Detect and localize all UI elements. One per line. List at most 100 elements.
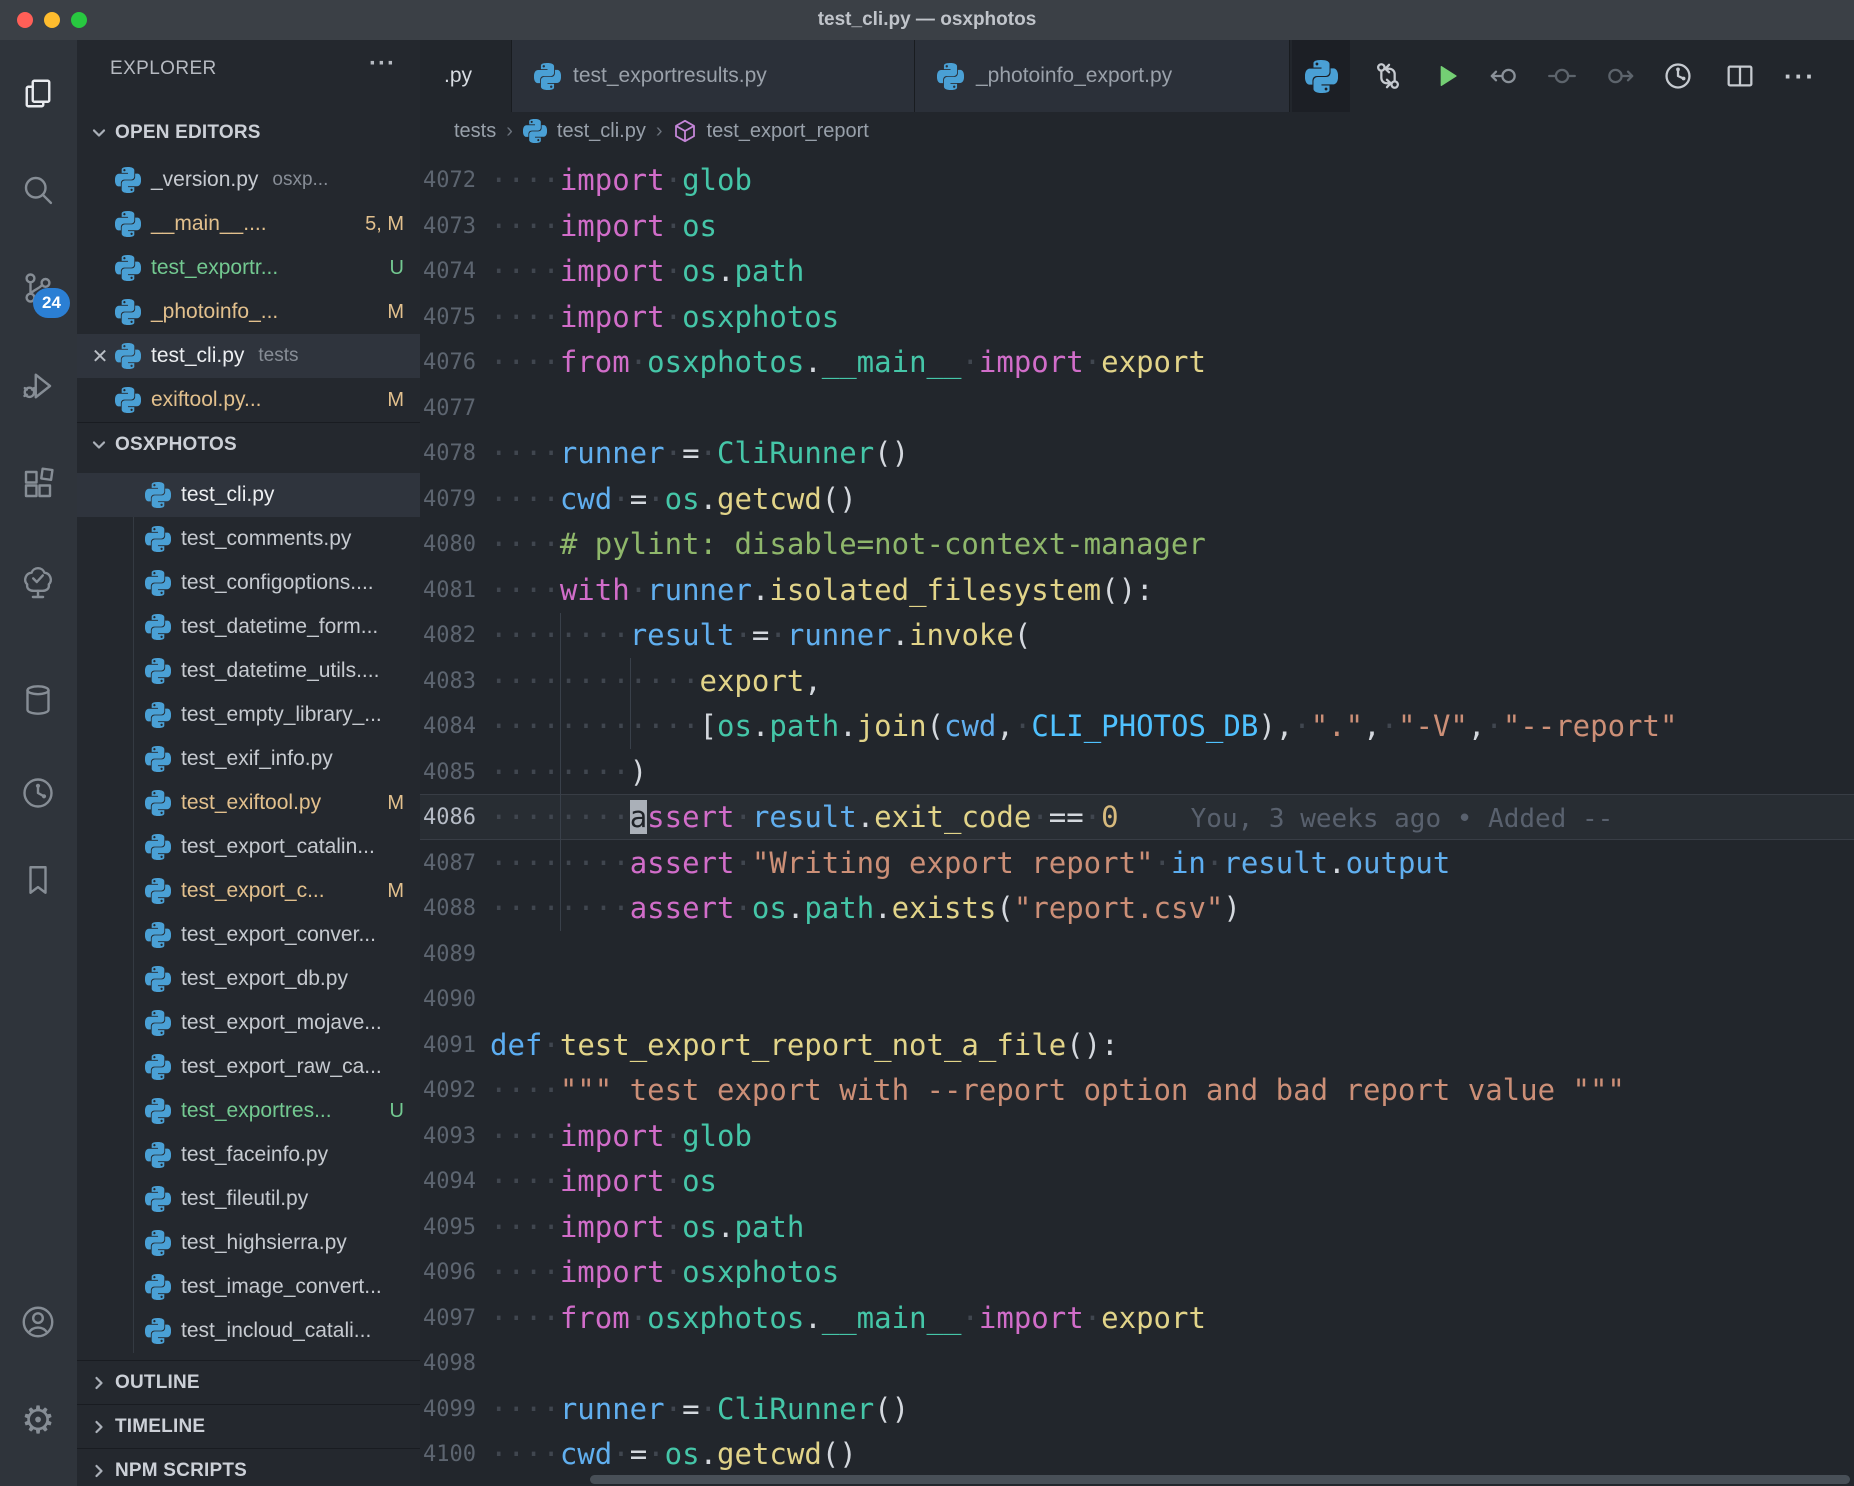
file-item[interactable]: test_exportres...U [77, 1089, 420, 1133]
code-line[interactable] [420, 386, 1854, 432]
code-line[interactable]: ····import·os.path [420, 249, 1854, 295]
symbol-cube-icon [673, 119, 697, 143]
file-item[interactable]: test_highsierra.py [77, 1221, 420, 1265]
code-line[interactable]: ····cwd·=·os.getcwd() [420, 1432, 1854, 1478]
file-item[interactable]: test_export_c...M [77, 869, 420, 913]
file-item[interactable]: test_exif_info.py [77, 737, 420, 781]
account-icon[interactable] [14, 1298, 62, 1346]
file-item[interactable]: test_empty_library_... [77, 693, 420, 737]
code-line[interactable]: ············export, [420, 659, 1854, 705]
step-forward-icon[interactable] [1598, 54, 1642, 98]
file-item[interactable]: test_export_conver... [77, 913, 420, 957]
horizontal-scrollbar[interactable] [590, 1475, 1850, 1484]
file-item[interactable]: test_exiftool.pyM [77, 781, 420, 825]
code-line[interactable] [420, 977, 1854, 1023]
file-item[interactable]: test_comments.py [77, 517, 420, 561]
code-line[interactable]: ····import·os [420, 204, 1854, 250]
gitlens-graph-icon[interactable] [1656, 54, 1700, 98]
code-line[interactable]: ····import·glob [420, 158, 1854, 204]
code-editor[interactable]: 4072407340744075407640774078407940804081… [420, 150, 1854, 1486]
code-line[interactable]: ····import·glob [420, 1114, 1854, 1160]
file-item[interactable]: test_export_catalin... [77, 825, 420, 869]
sidebar-section-npm-scripts[interactable]: NPM SCRIPTS [77, 1448, 420, 1486]
code-line[interactable]: ····import·os.path [420, 1205, 1854, 1251]
step-back-icon[interactable] [1482, 54, 1526, 98]
file-name: test_configoptions.... [181, 571, 374, 595]
code-line[interactable]: ········assert·result.exit_code·==·0You,… [420, 795, 1854, 841]
tab-test_cli[interactable]: .py [420, 40, 512, 112]
split-editor-icon[interactable] [1718, 54, 1762, 98]
file-item[interactable]: test_export_db.py [77, 957, 420, 1001]
code-line[interactable]: ····import·osxphotos [420, 295, 1854, 341]
code-line[interactable]: ········assert·os.path.exists("report.cs… [420, 886, 1854, 932]
sidebar-section-timeline[interactable]: TIMELINE [77, 1404, 420, 1449]
open-editors-section-header[interactable]: OPEN EDITORS [77, 111, 420, 155]
settings-gear-icon[interactable]: ⚙ [14, 1396, 62, 1444]
code-line[interactable]: ············[os.path.join(cwd,·CLI_PHOTO… [420, 704, 1854, 750]
code-line[interactable]: ····import·osxphotos [420, 1250, 1854, 1296]
database-icon[interactable] [14, 676, 62, 724]
file-item[interactable]: test_datetime_utils.... [77, 649, 420, 693]
sidebar-section-outline[interactable]: OUTLINE [77, 1360, 420, 1405]
code-line[interactable]: ········assert·"Writing export report"·i… [420, 841, 1854, 887]
open-editor-item[interactable]: __main__....5, M [77, 202, 420, 246]
breadcrumb-tests[interactable]: tests [454, 120, 496, 143]
minimize-window-button[interactable] [44, 12, 60, 28]
search-icon[interactable] [14, 166, 62, 214]
file-item[interactable]: test_fileutil.py [77, 1177, 420, 1221]
breadcrumb-file[interactable]: test_cli.py [557, 120, 646, 143]
tab-photoinfo_export[interactable]: _photoinfo_export.py [915, 40, 1290, 112]
file-item[interactable]: test_image_convert... [77, 1265, 420, 1309]
open-editor-item[interactable]: exiftool.py...M [77, 378, 420, 422]
bookmarks-icon[interactable] [14, 856, 62, 904]
run-and-debug-icon[interactable] [14, 362, 62, 410]
file-item[interactable]: test_configoptions.... [77, 561, 420, 605]
file-item[interactable]: test_faceinfo.py [77, 1133, 420, 1177]
tab-test_exportresults[interactable]: test_exportresults.py [512, 40, 915, 112]
open-editor-item[interactable]: ✕test_cli.pytests [77, 334, 420, 378]
project-section-header[interactable]: OSXPHOTOS [77, 422, 420, 467]
code-line[interactable] [420, 932, 1854, 978]
close-icon[interactable]: ✕ [85, 344, 115, 369]
open-editor-item[interactable]: _photoinfo_...M [77, 290, 420, 334]
file-item[interactable]: test_cli.py [77, 473, 420, 517]
open-changes-icon[interactable] [1366, 54, 1410, 98]
run-tests-icon[interactable] [1424, 54, 1468, 98]
explorer-more-actions-icon[interactable]: ··· [369, 50, 396, 78]
open-editor-item[interactable]: _version.pyosxp... [77, 158, 420, 202]
code-line[interactable]: ····# pylint: disable=not-context-manage… [420, 522, 1854, 568]
code-line[interactable]: ····with·runner.isolated_filesystem(): [420, 568, 1854, 614]
open-editor-item[interactable]: test_exportr...U [77, 246, 420, 290]
code-line[interactable]: ········) [420, 750, 1854, 796]
file-name: test_export_mojave... [181, 1011, 382, 1035]
file-name: test_datetime_form... [181, 615, 378, 639]
file-item[interactable]: test_export_mojave... [77, 1001, 420, 1045]
zoom-window-button[interactable] [71, 12, 87, 28]
code-line[interactable]: ····""" test export with --report option… [420, 1068, 1854, 1114]
gitlens-icon[interactable] [14, 769, 62, 817]
python-file-icon [145, 1318, 171, 1344]
extensions-icon[interactable] [14, 460, 62, 508]
code-line[interactable]: ····cwd·=·os.getcwd() [420, 477, 1854, 523]
code-line[interactable]: ····import·os [420, 1159, 1854, 1205]
code-line[interactable]: ····from·osxphotos.__main__·import·expor… [420, 1296, 1854, 1342]
code-line[interactable]: ····runner·=·CliRunner() [420, 1387, 1854, 1433]
file-item[interactable]: test_export_raw_ca... [77, 1045, 420, 1089]
code-line[interactable]: ····from·osxphotos.__main__·import·expor… [420, 340, 1854, 386]
explorer-icon[interactable] [14, 71, 62, 119]
title-bar: test_cli.py — osxphotos [0, 0, 1854, 41]
python-file-icon [145, 614, 171, 640]
code-line[interactable]: ········result·=·runner.invoke( [420, 613, 1854, 659]
more-actions-icon[interactable]: ··· [1778, 54, 1822, 98]
file-item[interactable]: test_incloud_catali... [77, 1309, 420, 1353]
step-indicator-icon[interactable] [1540, 54, 1584, 98]
code-line[interactable] [420, 1341, 1854, 1387]
python-environment-icon[interactable] [1292, 40, 1350, 112]
test-tree-icon[interactable] [14, 558, 62, 606]
close-window-button[interactable] [17, 12, 33, 28]
code-line[interactable]: ····runner·=·CliRunner() [420, 431, 1854, 477]
source-control-icon[interactable]: 24 [14, 264, 62, 312]
code-line[interactable]: def·test_export_report_not_a_file(): [420, 1023, 1854, 1069]
breadcrumb-symbol[interactable]: test_export_report [707, 120, 869, 143]
file-item[interactable]: test_datetime_form... [77, 605, 420, 649]
